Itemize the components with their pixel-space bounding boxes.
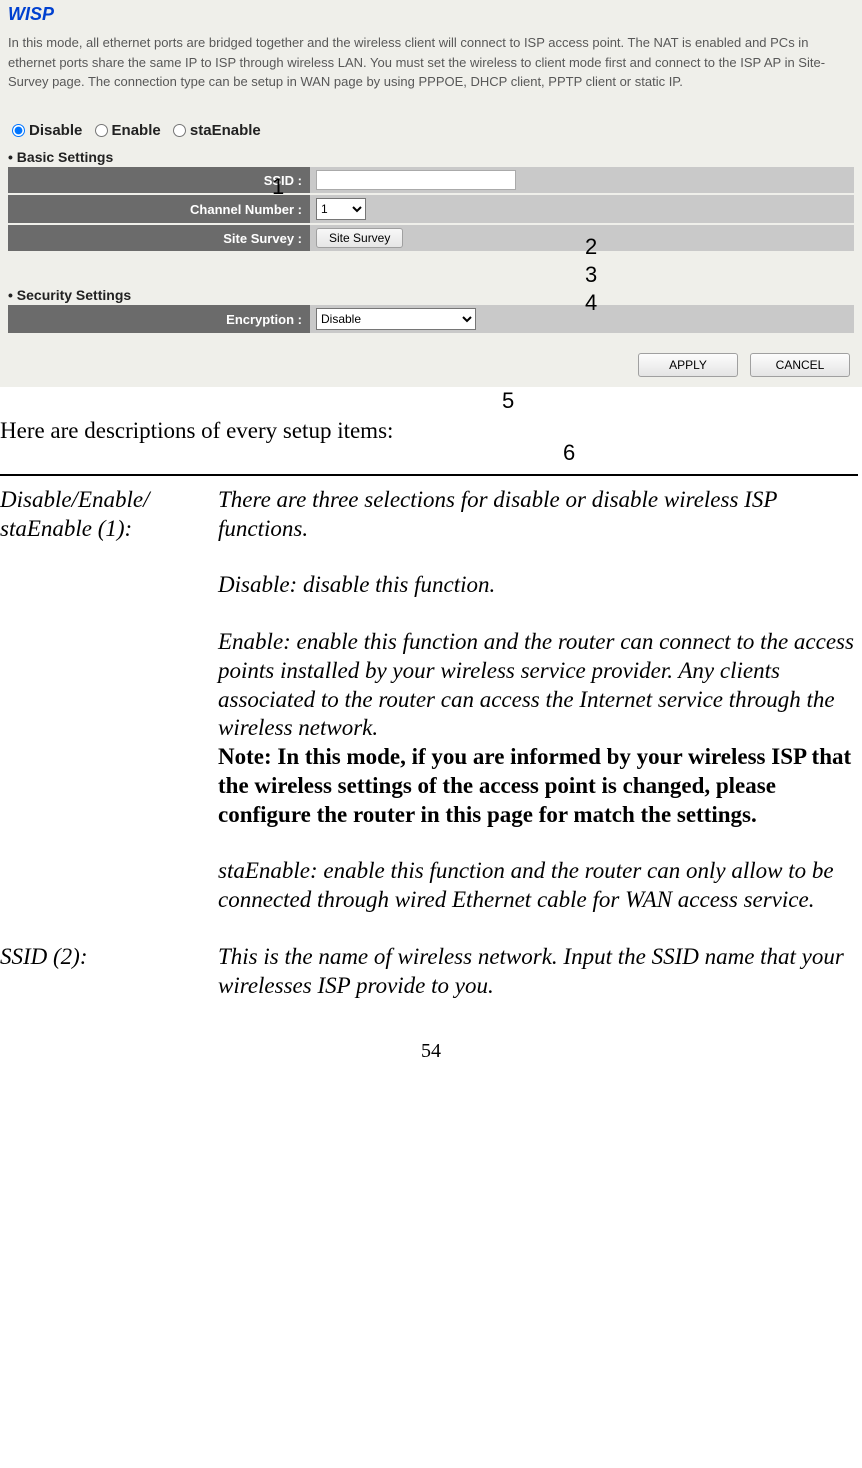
row1-body: There are three selections for disable o… — [218, 486, 858, 915]
channel-row: Channel Number : 1 — [8, 195, 854, 223]
mode-radio-group: Disable Enable staEnable — [8, 122, 854, 140]
wisp-description: In this mode, all ethernet ports are bri… — [8, 33, 854, 92]
encryption-row: Encryption : Disable — [8, 305, 854, 333]
row1-p1: There are three selections for disable o… — [218, 486, 858, 544]
survey-label: Site Survey : — [8, 225, 310, 251]
cancel-button[interactable]: CANCEL — [750, 353, 850, 377]
row2-body: This is the name of wireless network. In… — [218, 943, 858, 1001]
row1-p3: Enable: enable this function and the rou… — [218, 628, 858, 743]
enable-radio-label: Enable — [112, 122, 161, 139]
staenable-radio-label: staEnable — [190, 122, 261, 139]
encryption-select[interactable]: Disable — [316, 308, 476, 330]
annotation-4: 4 — [585, 290, 597, 316]
intro-text: Here are descriptions of every setup ite… — [0, 417, 858, 446]
document-body: Here are descriptions of every setup ite… — [0, 417, 862, 1000]
disable-radio-label: Disable — [29, 122, 82, 139]
row1-label: Disable/Enable/ staEnable (1): — [0, 486, 218, 915]
survey-row: Site Survey : Site Survey — [8, 225, 854, 251]
description-row-2: SSID (2): This is the name of wireless n… — [0, 943, 858, 1001]
page-number: 54 — [0, 1040, 862, 1063]
security-settings-heading: Security Settings — [8, 287, 854, 303]
enable-radio[interactable] — [95, 124, 108, 137]
ssid-row: SSID : — [8, 167, 854, 193]
ssid-input[interactable] — [316, 170, 516, 190]
router-config-screenshot: WISP In this mode, all ethernet ports ar… — [0, 0, 862, 387]
channel-label: Channel Number : — [8, 195, 310, 223]
annotation-5: 5 — [502, 388, 514, 414]
annotation-3: 3 — [585, 262, 597, 288]
row1-note: Note: In this mode, if you are informed … — [218, 743, 858, 829]
apply-button[interactable]: APPLY — [638, 353, 738, 377]
channel-select[interactable]: 1 — [316, 198, 366, 220]
annotation-1: 1 — [272, 174, 284, 200]
staenable-radio[interactable] — [173, 124, 186, 137]
button-row: APPLY CANCEL — [8, 353, 854, 377]
ssid-label: SSID : — [8, 167, 310, 193]
basic-settings-heading: Basic Settings — [8, 149, 854, 165]
row1-p2: Disable: disable this function. — [218, 571, 858, 600]
description-row-1: Disable/Enable/ staEnable (1): There are… — [0, 474, 858, 915]
annotation-6: 6 — [563, 440, 575, 466]
row2-label: SSID (2): — [0, 943, 218, 1001]
encryption-label: Encryption : — [8, 305, 310, 333]
row1-p4: staEnable: enable this function and the … — [218, 857, 858, 915]
wisp-title: WISP — [8, 4, 854, 25]
annotation-2: 2 — [585, 234, 597, 260]
row2-text: This is the name of wireless network. In… — [218, 943, 858, 1001]
site-survey-button[interactable]: Site Survey — [316, 228, 403, 248]
disable-radio[interactable] — [12, 124, 25, 137]
